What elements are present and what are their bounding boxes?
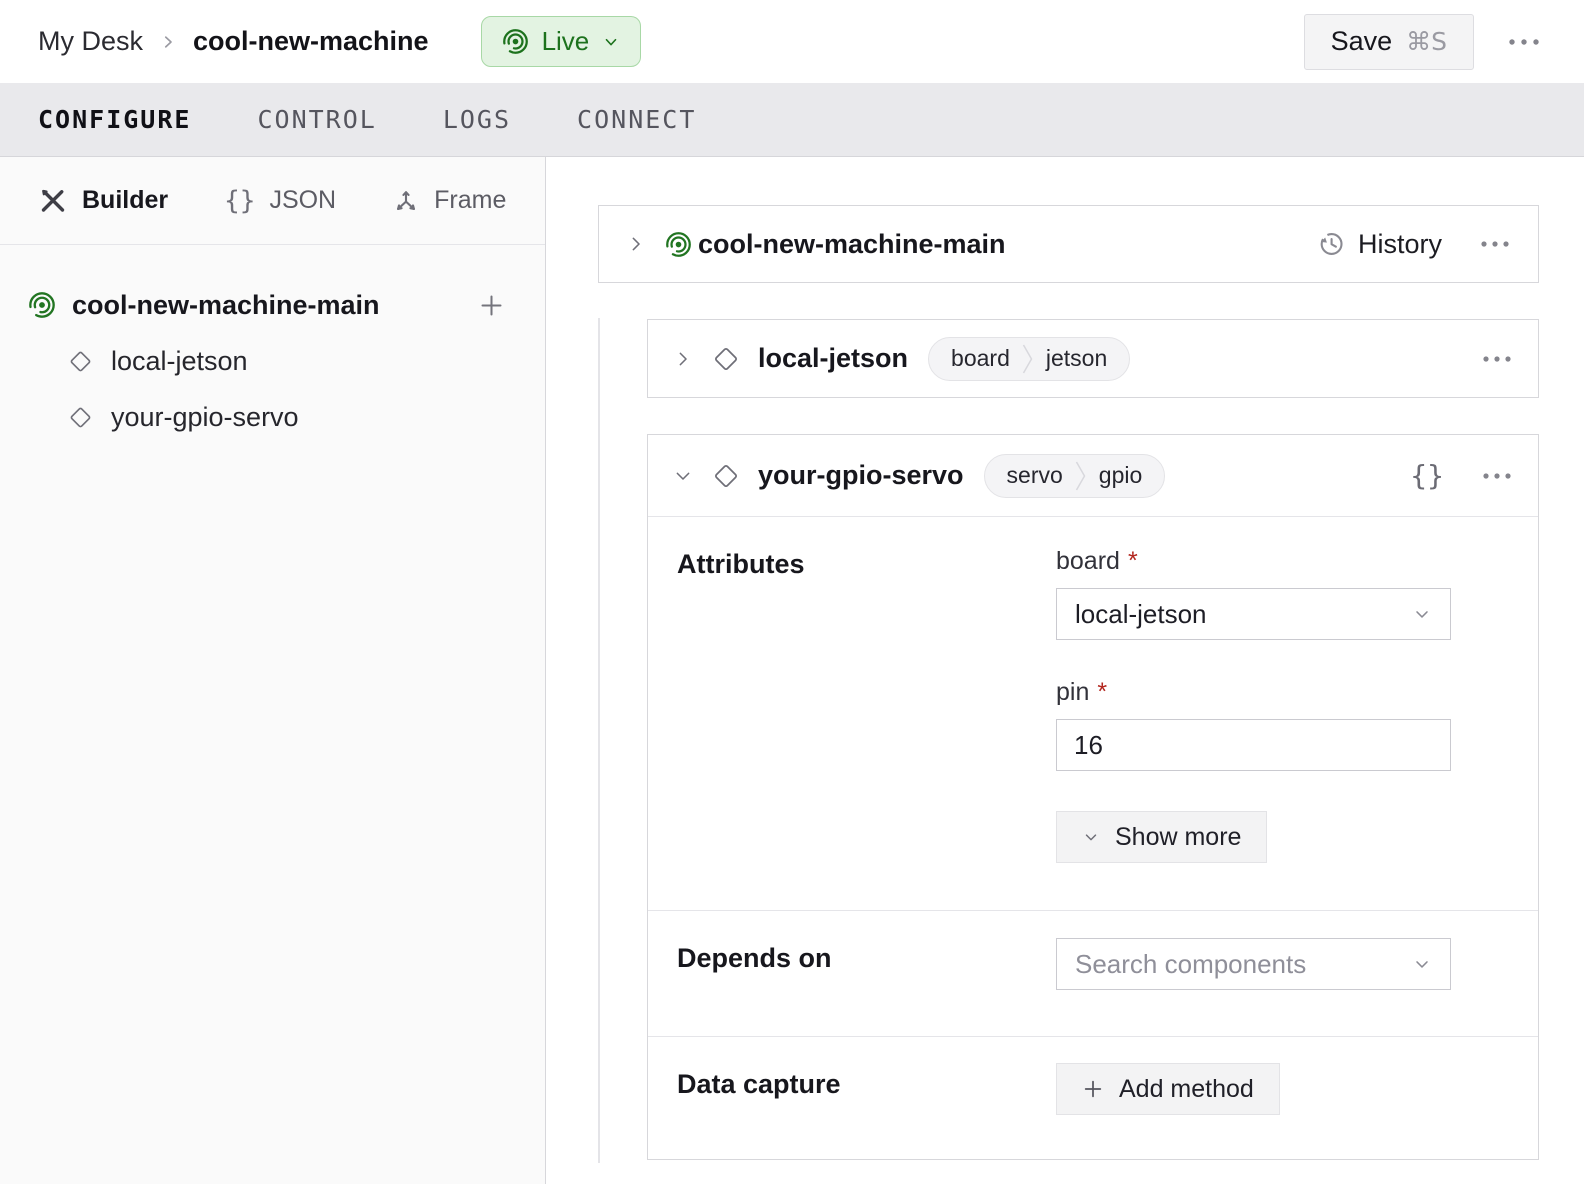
component-diamond-icon — [712, 462, 740, 490]
tree-item-label: local-jetson — [111, 346, 248, 377]
tree-item-label: your-gpio-servo — [111, 402, 299, 433]
badge-type: board — [929, 345, 1022, 372]
chevron-down-icon — [1412, 604, 1432, 624]
live-status-dropdown[interactable]: Live — [481, 16, 642, 67]
live-machine-icon — [28, 291, 56, 319]
view-toggle-frame-label: Frame — [434, 186, 506, 215]
depends-on-section-label: Depends on — [677, 943, 832, 974]
board-field-label: board * — [1056, 547, 1451, 576]
tree-item-machine-part[interactable]: cool-new-machine-main — [0, 277, 545, 333]
field-label-text: board — [1056, 547, 1120, 575]
component-card-title: local-jetson — [758, 343, 908, 374]
your-gpio-servo-card: your-gpio-servo servo gpio {} Attributes… — [647, 434, 1539, 1160]
board-select[interactable]: local-jetson — [1056, 588, 1451, 640]
machine-part-card: cool-new-machine-main History — [598, 205, 1539, 283]
tree-item-local-jetson[interactable]: local-jetson — [0, 333, 545, 389]
component-type-badge: servo gpio — [984, 454, 1166, 498]
part-card-title: cool-new-machine-main — [698, 229, 1006, 260]
component-type-badge: board jetson — [928, 337, 1130, 381]
edit-json-braces-icon[interactable]: {} — [1410, 459, 1444, 492]
history-button[interactable]: History — [1317, 229, 1442, 260]
depends-on-section: Depends on Search components — [648, 910, 1538, 1036]
view-mode-toggles: Builder {} JSON Frame — [0, 157, 545, 245]
view-toggle-json[interactable]: {} JSON — [224, 186, 336, 216]
save-shortcut-hint: ⌘S — [1406, 27, 1447, 56]
component-diamond-icon — [68, 405, 93, 430]
plus-icon — [1082, 1078, 1104, 1100]
part-card-menu-icon[interactable] — [1480, 240, 1510, 248]
component-card-title: your-gpio-servo — [758, 460, 964, 491]
field-label-text: pin — [1056, 678, 1089, 706]
chevron-down-icon — [602, 33, 620, 51]
chevron-right-icon[interactable] — [674, 350, 692, 368]
save-button-label: Save — [1331, 26, 1393, 57]
header-overflow-menu-icon[interactable] — [1508, 38, 1540, 46]
app-root: My Desk cool-new-machine Live Save ⌘S — [0, 0, 1584, 1184]
history-clock-icon — [1317, 230, 1345, 258]
required-asterisk: * — [1128, 547, 1138, 575]
live-status-label: Live — [542, 26, 590, 57]
chevron-down-icon — [1412, 954, 1432, 974]
local-jetson-card: local-jetson board jetson — [647, 319, 1539, 398]
tree-item-label: cool-new-machine-main — [72, 290, 380, 321]
required-asterisk: * — [1097, 678, 1107, 706]
attributes-section: Attributes board * local-jetson pin * — [648, 517, 1538, 910]
chevron-down-icon[interactable] — [674, 467, 692, 485]
pin-input[interactable] — [1056, 719, 1451, 771]
chevron-down-icon — [1082, 828, 1100, 846]
component-diamond-icon — [68, 349, 93, 374]
view-toggle-builder-label: Builder — [82, 186, 168, 215]
view-toggle-frame[interactable]: Frame — [392, 186, 506, 215]
live-machine-icon — [665, 231, 692, 258]
data-capture-section-label: Data capture — [677, 1069, 841, 1100]
tree-connector-line — [598, 318, 600, 1163]
show-more-button[interactable]: Show more — [1056, 811, 1267, 863]
tab-connect[interactable]: CONNECT — [577, 105, 696, 134]
add-component-icon[interactable] — [478, 292, 505, 319]
add-method-button[interactable]: Add method — [1056, 1063, 1280, 1115]
tree-item-your-gpio-servo[interactable]: your-gpio-servo — [0, 389, 545, 445]
component-tree: cool-new-machine-main local-jetson your-… — [0, 245, 545, 445]
badge-divider-chevron — [1075, 454, 1087, 498]
top-header: My Desk cool-new-machine Live Save ⌘S — [0, 0, 1584, 83]
badge-model: gpio — [1087, 462, 1164, 489]
badge-model: jetson — [1034, 345, 1129, 372]
config-sidebar: Builder {} JSON Frame — [0, 157, 546, 1184]
braces-icon: {} — [224, 186, 255, 216]
view-toggle-builder[interactable]: Builder — [38, 186, 168, 216]
show-more-label: Show more — [1115, 823, 1241, 852]
component-diamond-icon — [712, 345, 740, 373]
attributes-fields: board * local-jetson pin * Show more — [1056, 517, 1451, 863]
pin-field-label: pin * — [1056, 678, 1451, 707]
depends-on-placeholder: Search components — [1075, 949, 1306, 980]
history-button-label: History — [1358, 229, 1442, 260]
live-broadcast-icon — [502, 28, 529, 55]
view-toggle-json-label: JSON — [269, 186, 336, 215]
breadcrumb-parent[interactable]: My Desk — [38, 26, 143, 57]
chevron-right-icon[interactable] — [627, 235, 645, 253]
tab-logs[interactable]: LOGS — [443, 105, 511, 134]
attributes-section-label: Attributes — [677, 549, 805, 580]
badge-divider-chevron — [1022, 337, 1034, 381]
board-select-value: local-jetson — [1075, 599, 1207, 630]
tab-configure[interactable]: CONFIGURE — [38, 105, 191, 134]
frame-axes-icon — [392, 187, 420, 215]
badge-type: servo — [985, 462, 1075, 489]
component-card-menu-icon[interactable] — [1482, 355, 1512, 363]
tab-control[interactable]: CONTROL — [257, 105, 376, 134]
main-tab-bar: CONFIGURE CONTROL LOGS CONNECT — [0, 83, 1584, 157]
breadcrumb-machine-name: cool-new-machine — [193, 26, 429, 57]
breadcrumb-chevron-icon — [159, 33, 177, 51]
data-capture-section: Data capture Add method — [648, 1036, 1538, 1161]
add-method-label: Add method — [1119, 1075, 1254, 1104]
component-card-menu-icon[interactable] — [1482, 472, 1512, 480]
tools-icon — [38, 186, 68, 216]
depends-on-select[interactable]: Search components — [1056, 938, 1451, 990]
save-button[interactable]: Save ⌘S — [1304, 14, 1474, 70]
servo-card-header: your-gpio-servo servo gpio {} — [648, 435, 1538, 517]
